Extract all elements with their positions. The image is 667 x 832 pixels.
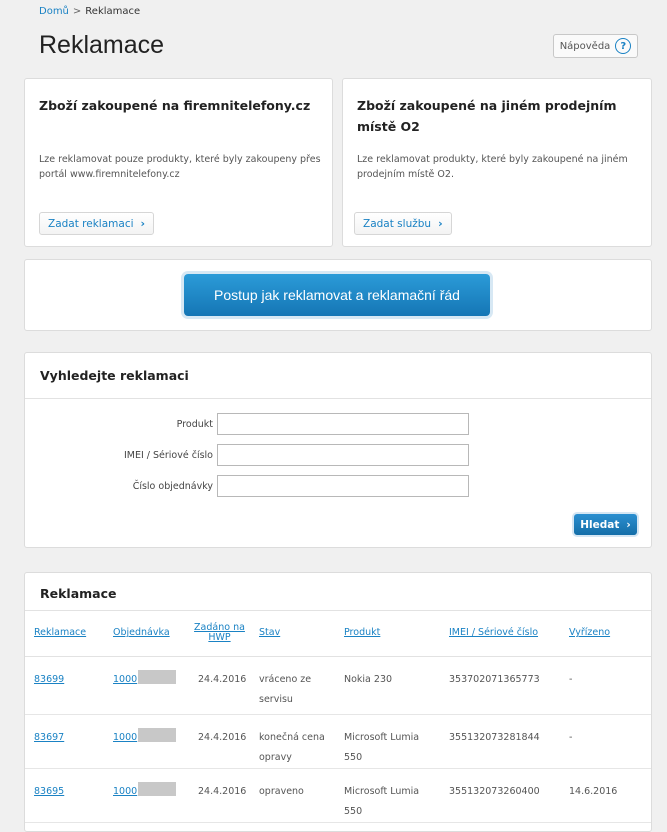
help-button[interactable]: Nápověda ?: [553, 34, 638, 58]
form-row-imei: IMEI / Sériové číslo: [25, 444, 651, 466]
table-row: 83695 1000 24.4.2016 opraveno Microsoft …: [25, 768, 651, 823]
column-header-order[interactable]: Objednávka: [104, 611, 189, 657]
breadcrumb-home-link[interactable]: Domů: [39, 6, 69, 17]
table-header-row: Reklamace Objednávka Zadáno na HWP Stav …: [25, 611, 651, 657]
help-question-icon: ?: [615, 38, 632, 54]
column-header-date[interactable]: Zadáno na HWP: [189, 611, 250, 657]
submit-claim-button[interactable]: Zadat reklamaci ›: [39, 212, 155, 235]
product-cell: Microsoft Lumia 550: [335, 714, 440, 769]
card-title: Zboží zakoupené na jiném prodejním místě…: [357, 98, 617, 134]
resolved-cell: 14.6.2016: [560, 768, 651, 823]
imei-cell: 355132073260400: [440, 768, 560, 823]
chevron-right-icon: ›: [438, 217, 443, 230]
claims-header: Reklamace: [25, 573, 651, 611]
product-cell: Microsoft Lumia 550: [335, 768, 440, 823]
card-other-o2-store: Zboží zakoupené na jiném prodejním místě…: [342, 78, 652, 247]
claims-card: Reklamace Reklamace Objednávka Zadáno na…: [24, 572, 652, 832]
resolved-cell: -: [560, 656, 651, 715]
date-cell: 24.4.2016: [189, 714, 250, 769]
product-input[interactable]: [217, 413, 469, 435]
resolved-cell: -: [560, 714, 651, 769]
search-card: Vyhledejte reklamaci Produkt IMEI / Séri…: [24, 352, 652, 548]
breadcrumb: Domů > Reklamace: [39, 6, 140, 17]
redacted-block: [138, 727, 177, 742]
page-title: Reklamace: [39, 31, 165, 59]
imei-input[interactable]: [217, 444, 469, 466]
product-cell: Nokia 230: [335, 656, 440, 715]
imei-cell: 353702071365773: [440, 656, 560, 715]
column-header-imei[interactable]: IMEI / Sériové číslo: [440, 611, 560, 657]
help-label: Nápověda: [559, 40, 611, 52]
search-button-label: Hledat: [580, 518, 620, 531]
card-title: Zboží zakoupené na firemnitelefony.cz: [39, 98, 311, 113]
submit-claim-label: Zadat reklamaci: [48, 217, 134, 230]
breadcrumb-current: Reklamace: [85, 6, 141, 17]
search-button[interactable]: Hledat ›: [574, 514, 637, 535]
search-header: Vyhledejte reklamaci: [25, 353, 651, 399]
claim-link[interactable]: 83695: [34, 786, 64, 797]
date-cell: 24.4.2016: [189, 768, 250, 823]
column-header-claim[interactable]: Reklamace: [25, 611, 104, 657]
status-cell: konečná cena opravy: [250, 714, 335, 769]
claim-link[interactable]: 83697: [34, 732, 64, 743]
table-row: 83697 1000 24.4.2016 konečná cena opravy…: [25, 714, 651, 769]
column-header-status[interactable]: Stav: [250, 611, 335, 657]
card-text: Lze reklamovat produkty, které byly zako…: [357, 154, 628, 180]
search-title: Vyhledejte reklamaci: [40, 368, 189, 383]
redacted-block: [138, 669, 177, 684]
status-cell: vráceno ze servisu: [250, 656, 335, 715]
order-number-input[interactable]: [217, 475, 469, 497]
form-row-order: Číslo objednávky: [25, 475, 651, 497]
submit-service-button[interactable]: Zadat službu ›: [354, 212, 452, 235]
product-label: Produkt: [176, 418, 213, 430]
breadcrumb-separator: >: [72, 6, 82, 17]
card-text: Lze reklamovat pouze produkty, které byl…: [39, 154, 321, 180]
table-row: 83699 1000 24.4.2016 vráceno ze servisu …: [25, 656, 651, 715]
order-link[interactable]: 1000: [113, 786, 137, 797]
order-link[interactable]: 1000: [113, 674, 137, 685]
claims-table: Reklamace Objednávka Zadáno na HWP Stav …: [25, 611, 651, 823]
claims-title: Reklamace: [40, 585, 117, 601]
status-cell: opraveno: [250, 768, 335, 823]
imei-cell: 355132073281844: [440, 714, 560, 769]
submit-service-label: Zadat službu: [363, 217, 432, 230]
procedure-button[interactable]: Postup jak reklamovat a reklamační řád: [184, 274, 490, 316]
column-header-product[interactable]: Produkt: [335, 611, 440, 657]
imei-label: IMEI / Sériové číslo: [123, 449, 213, 461]
form-row-product: Produkt: [25, 413, 651, 435]
column-header-resolved[interactable]: Vyřízeno: [560, 611, 651, 657]
chevron-right-icon: ›: [626, 518, 631, 531]
redacted-block: [138, 781, 177, 796]
chevron-right-icon: ›: [140, 217, 146, 230]
card-firemnitelefony: Zboží zakoupené na firemnitelefony.cz Lz…: [24, 78, 333, 247]
order-number-label: Číslo objednávky: [132, 480, 213, 492]
order-link[interactable]: 1000: [113, 732, 137, 743]
claim-link[interactable]: 83699: [34, 674, 64, 685]
date-cell: 24.4.2016: [189, 656, 250, 715]
